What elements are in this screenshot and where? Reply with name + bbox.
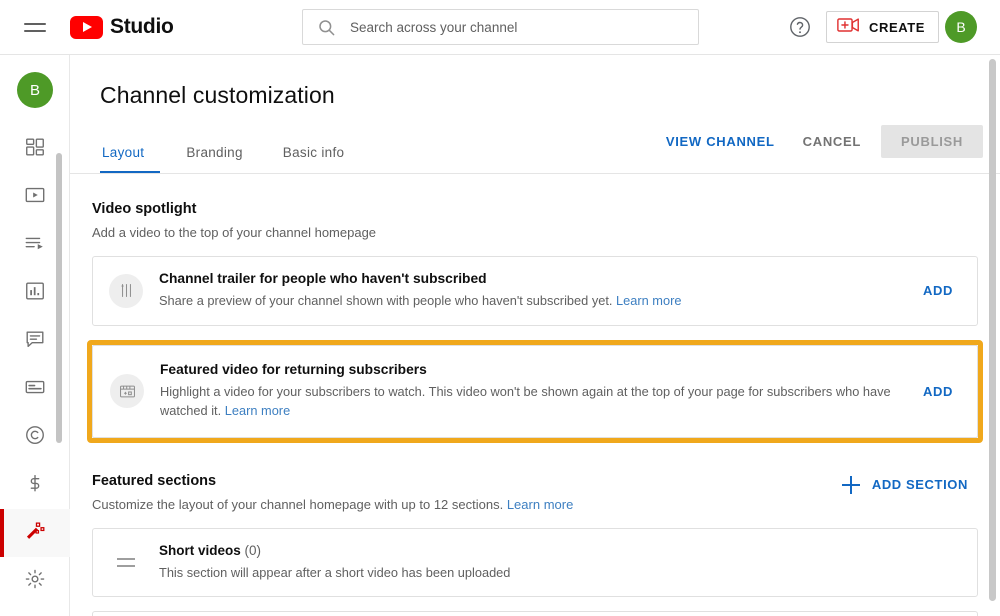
search-input[interactable]	[350, 19, 680, 35]
channel-trailer-body: Channel trailer for people who haven't s…	[159, 271, 915, 310]
page-title: Channel customization	[100, 82, 335, 108]
video-spotlight-title: Video spotlight	[92, 201, 197, 217]
sidebar-scrollbar[interactable]	[56, 153, 62, 443]
featured-video-learn-more-link[interactable]: Learn more	[225, 403, 290, 418]
create-button-label: CREATE	[869, 19, 926, 35]
clapperboard-icon	[110, 374, 144, 409]
youtube-studio-window: Studio Search across your channel CREATE…	[0, 0, 1000, 616]
channel-trailer-learn-more-link[interactable]: Learn more	[616, 293, 681, 308]
main-scrollbar[interactable]	[989, 59, 996, 601]
featured-sections-learn-more-link[interactable]: Learn more	[507, 497, 573, 512]
short-videos-description: This section will appear after a short v…	[159, 564, 511, 580]
comment-bubble-icon	[24, 328, 46, 355]
short-videos-title: Short videos (0)	[159, 543, 951, 558]
hamburger-menu-icon[interactable]	[24, 15, 48, 39]
sidebar-channel-avatar[interactable]: B	[17, 72, 53, 108]
settings-scroll-area: Video spotlight Add a video to the top o…	[70, 174, 1000, 616]
drag-line	[117, 564, 135, 567]
gear-icon	[24, 568, 46, 595]
add-section-button[interactable]: ADD SECTION	[836, 468, 974, 502]
next-section-row-partial[interactable]	[92, 611, 978, 616]
search-icon	[317, 18, 336, 37]
brand-title: Studio	[110, 15, 174, 38]
play-triangle	[83, 22, 92, 32]
bar-chart-icon	[24, 280, 46, 307]
featured-sections-header: Featured sections Customize the layout o…	[70, 443, 1000, 514]
featured-sections-subtitle-text: Customize the layout of your channel hom…	[92, 496, 504, 512]
channel-trailer-description: Share a preview of your channel shown wi…	[159, 291, 905, 310]
cancel-button[interactable]: CANCEL	[789, 125, 875, 158]
channel-trailer-add-button[interactable]: ADD	[915, 277, 961, 304]
short-videos-body: Short videos (0) This section will appea…	[159, 543, 961, 582]
add-section-label: ADD SECTION	[871, 477, 968, 492]
left-sidebar: B	[0, 55, 70, 616]
short-videos-count: (0)	[244, 542, 262, 558]
account-avatar[interactable]: B	[945, 11, 977, 43]
playlist-icon	[24, 232, 46, 259]
tab-bar: Layout Branding Basic info	[100, 131, 364, 173]
page-actions: VIEW CHANNEL CANCEL PUBLISH	[652, 125, 983, 158]
tab-basic-info[interactable]: Basic info	[263, 131, 365, 173]
dashboard-grid-icon	[24, 136, 46, 163]
sidebar-item-send-feedback[interactable]	[0, 605, 70, 616]
sidebar-item-customization[interactable]	[0, 509, 70, 557]
featured-video-title: Featured video for returning subscribers	[160, 361, 427, 377]
subtitles-icon	[24, 376, 46, 403]
dollar-sign-icon	[24, 472, 46, 499]
section-row-short-videos[interactable]: Short videos (0) This section will appea…	[92, 527, 978, 598]
create-button[interactable]: CREATE	[826, 11, 940, 43]
film-strip-icon	[109, 273, 143, 308]
tab-branding[interactable]: Branding	[166, 131, 262, 173]
main-content-panel: Channel customization Layout Branding Ba…	[70, 55, 1000, 616]
search-bar[interactable]	[302, 9, 699, 45]
drag-line	[117, 557, 135, 560]
magic-wand-icon	[24, 520, 46, 547]
featured-video-card[interactable]: Featured video for returning subscribers…	[92, 344, 978, 438]
tab-layout[interactable]: Layout	[100, 131, 166, 173]
hamburger-line	[24, 29, 46, 32]
channel-trailer-title: Channel trailer for people who haven't s…	[159, 271, 487, 287]
featured-video-add-button[interactable]: ADD	[915, 378, 961, 405]
featured-video-highlight-outline: Featured video for returning subscribers…	[87, 339, 983, 443]
create-video-icon	[837, 16, 860, 39]
featured-video-body: Featured video for returning subscribers…	[160, 362, 915, 421]
sidebar-item-monetization[interactable]	[0, 461, 70, 509]
hamburger-line	[24, 22, 46, 25]
copyright-icon	[24, 424, 46, 451]
studio-brand-logo[interactable]: Studio	[70, 15, 174, 39]
publish-button[interactable]: PUBLISH	[881, 125, 983, 158]
top-header-bar: Studio Search across your channel CREATE…	[0, 0, 1000, 55]
channel-trailer-card[interactable]: Channel trailer for people who haven't s…	[92, 256, 978, 326]
channel-trailer-desc-text: Share a preview of your channel shown wi…	[159, 293, 613, 309]
plus-icon	[841, 475, 860, 494]
video-spotlight-header: Video spotlight Add a video to the top o…	[70, 174, 1000, 242]
featured-video-description: Highlight a video for your subscribers t…	[160, 382, 905, 421]
youtube-logo-icon	[70, 15, 103, 39]
video-play-icon	[24, 184, 46, 211]
drag-handle-icon[interactable]	[109, 557, 143, 567]
help-question-icon[interactable]	[788, 15, 812, 39]
sidebar-item-settings[interactable]	[0, 557, 70, 605]
short-videos-title-text: Short videos	[159, 542, 241, 558]
view-channel-button[interactable]: VIEW CHANNEL	[652, 125, 789, 158]
video-spotlight-subtitle: Add a video to the top of your channel h…	[92, 225, 377, 240]
